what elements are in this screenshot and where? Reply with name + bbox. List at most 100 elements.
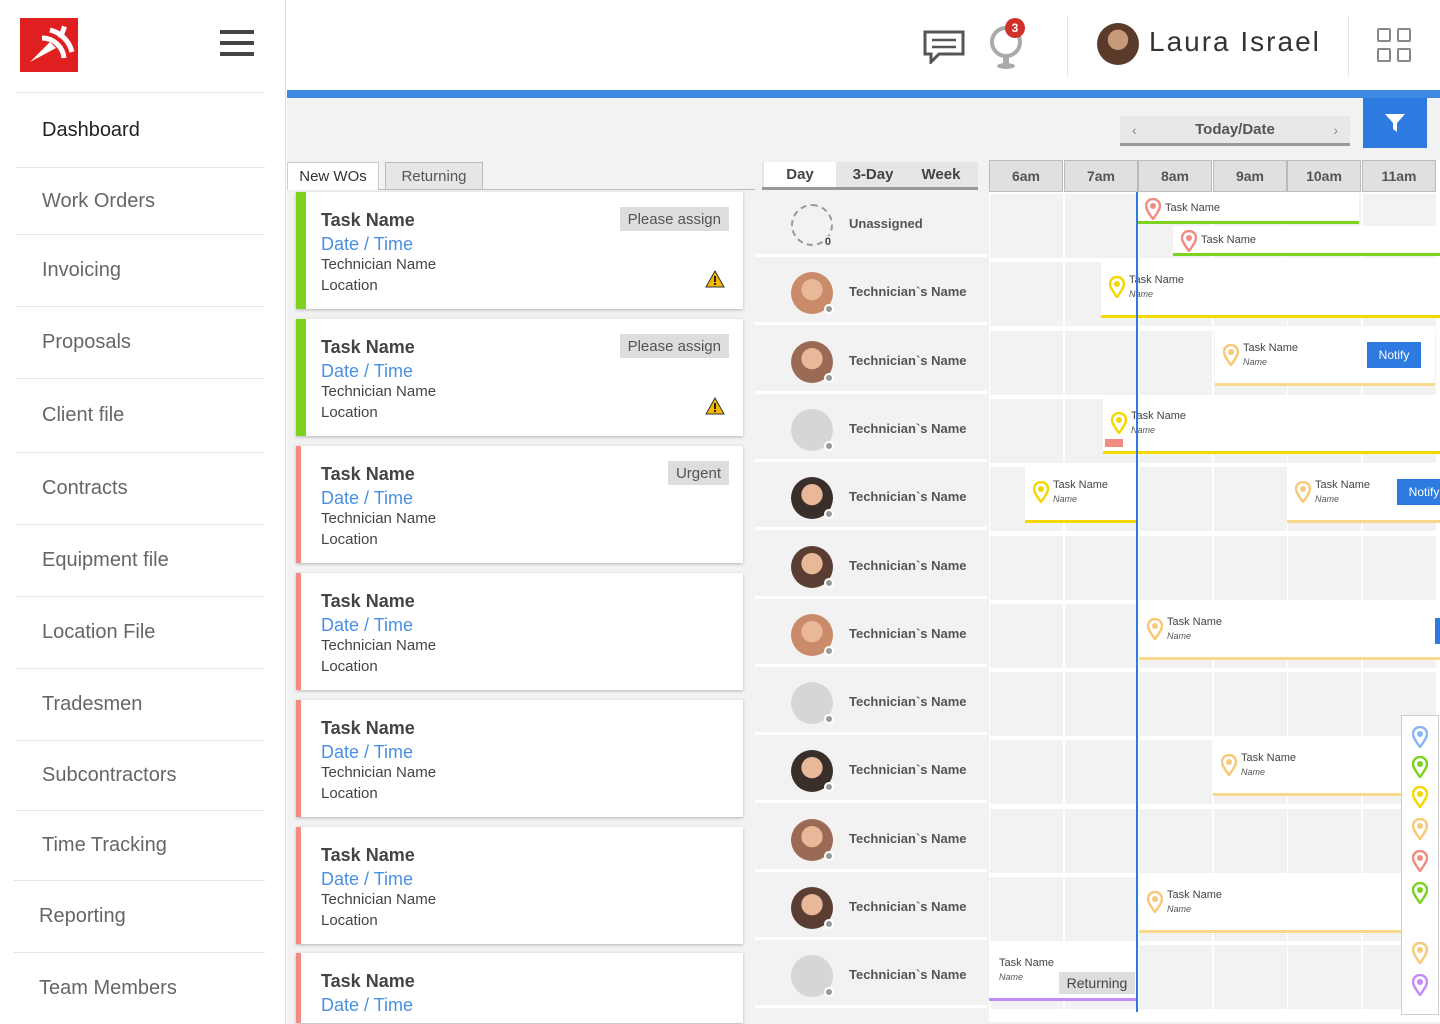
grid-cell[interactable] <box>1288 536 1361 600</box>
technician-row[interactable]: Technician`s Name <box>755 807 987 872</box>
grid-cell[interactable] <box>990 194 1063 258</box>
scheduled-task[interactable]: Task Name Name Notify <box>1287 467 1440 523</box>
please-assign-badge[interactable]: Please assign <box>619 334 729 358</box>
sidebar-item-contracts[interactable]: Contracts <box>16 452 265 524</box>
technician-row[interactable]: Technician`s Name <box>755 329 987 394</box>
grid-cell[interactable] <box>990 809 1063 873</box>
grid-cell[interactable] <box>1214 467 1287 531</box>
grid-cell[interactable] <box>990 262 1063 326</box>
sidebar-item-reporting[interactable]: Reporting <box>14 880 265 952</box>
tab-3-day[interactable]: 3-Day <box>838 162 908 187</box>
chat-icon[interactable] <box>923 30 965 64</box>
scheduled-task[interactable]: Task Name Name <box>1103 398 1440 454</box>
grid-cell[interactable] <box>1139 467 1212 531</box>
technician-row[interactable]: 0 Unassigned <box>755 192 987 257</box>
work-order-card[interactable]: Task Name Date / Time Technician Name Locat… <box>296 446 743 563</box>
user-avatar[interactable] <box>1097 23 1139 65</box>
technician-row[interactable]: Technician`s Name <box>755 738 987 803</box>
grid-cell[interactable] <box>1065 194 1138 258</box>
chevron-right-icon[interactable]: › <box>1333 122 1338 138</box>
grid-cell[interactable] <box>1065 604 1138 668</box>
work-order-card[interactable]: Task Name Date / Time Technician Name Locat… <box>296 827 743 944</box>
technician-row[interactable]: Technician`s Name <box>755 875 987 940</box>
sidebar-item-proposals[interactable]: Proposals <box>16 306 265 378</box>
grid-cell[interactable] <box>1139 672 1212 736</box>
grid-cell[interactable] <box>1214 536 1287 600</box>
grid-cell[interactable] <box>1139 740 1212 804</box>
task-date-time[interactable]: Date / Time <box>321 488 413 509</box>
work-order-card[interactable]: Task Name Date / Time Technician Name Locat… <box>296 192 743 309</box>
grid-cell[interactable] <box>1363 536 1436 600</box>
task-date-time[interactable]: Date / Time <box>321 615 413 636</box>
grid-cell[interactable] <box>1288 809 1361 873</box>
grid-cell[interactable] <box>1139 809 1212 873</box>
scheduled-task[interactable]: Task Name <box>1173 226 1440 256</box>
task-date-time[interactable]: Date / Time <box>321 361 413 382</box>
sidebar-item-time-tracking[interactable]: Time Tracking <box>16 810 265 880</box>
sidebar-item-tradesmen[interactable]: Tradesmen <box>16 668 265 740</box>
technician-row[interactable]: Technician`s Name <box>755 397 987 462</box>
apps-grid-icon[interactable] <box>1377 28 1411 62</box>
grid-cell[interactable] <box>1065 331 1138 395</box>
grid-cell[interactable] <box>1139 536 1212 600</box>
sidebar-item-equipment-file[interactable]: Equipment file <box>16 524 265 596</box>
task-date-time[interactable]: Date / Time <box>321 995 413 1016</box>
grid-cell[interactable] <box>1139 331 1212 395</box>
task-date-time[interactable]: Date / Time <box>321 742 413 763</box>
sidebar-item-team-members[interactable]: Team Members <box>14 952 265 1024</box>
scheduled-task[interactable]: Task Name <box>1137 194 1359 224</box>
task-date-time[interactable]: Date / Time <box>321 869 413 890</box>
scheduled-task[interactable]: Task Name Name Notify <box>1215 330 1435 386</box>
scheduled-task[interactable]: Task Name Name <box>1139 604 1440 660</box>
grid-cell[interactable] <box>1288 945 1361 1009</box>
work-order-card[interactable]: Task Name Date / Time <box>296 953 743 1023</box>
date-navigator[interactable]: ‹ Today/Date › <box>1120 116 1350 146</box>
grid-cell[interactable] <box>1065 877 1138 941</box>
work-order-card[interactable]: Task Name Date / Time Technician Name Locat… <box>296 573 743 690</box>
grid-cell[interactable] <box>990 604 1063 668</box>
tab-week[interactable]: Week <box>908 162 974 187</box>
tab-day[interactable]: Day <box>764 162 836 187</box>
technician-row[interactable]: Technician`s Name <box>755 534 987 599</box>
scheduled-task[interactable]: Task Name Name <box>1025 467 1137 523</box>
filter-button[interactable] <box>1363 98 1427 148</box>
sidebar-item-subcontractors[interactable]: Subcontractors <box>16 740 265 810</box>
grid-cell[interactable] <box>1288 672 1361 736</box>
technician-row[interactable]: Technician`s Name <box>755 602 987 667</box>
technician-row[interactable]: Technician`s Name <box>755 465 987 530</box>
tab-returning[interactable]: Returning <box>385 162 483 190</box>
sidebar-item-invoicing[interactable]: Invoicing <box>16 234 265 306</box>
work-order-card[interactable]: Task Name Date / Time Technician Name Locat… <box>296 319 743 436</box>
sidebar-item-work-orders[interactable]: Work Orders <box>16 167 265 234</box>
user-name[interactable]: Laura Israel <box>1149 26 1321 58</box>
sidebar-item-location-file[interactable]: Location File <box>16 596 265 668</box>
company-logo[interactable] <box>20 18 78 72</box>
scheduled-task[interactable]: Task Name Name <box>1101 262 1440 318</box>
grid-cell[interactable] <box>1065 536 1138 600</box>
grid-cell[interactable] <box>990 740 1063 804</box>
grid-cell[interactable] <box>990 672 1063 736</box>
grid-cell[interactable] <box>1214 672 1287 736</box>
tab-new-wos[interactable]: New WOs <box>287 162 379 190</box>
scheduled-task[interactable]: Task Name Name Returning <box>989 945 1136 1001</box>
scheduled-task[interactable]: Task Name Name <box>1213 740 1413 796</box>
grid-cell[interactable] <box>990 399 1063 463</box>
chevron-left-icon[interactable]: ‹ <box>1132 122 1137 138</box>
work-order-card[interactable]: Task Name Date / Time Technician Name Locat… <box>296 700 743 817</box>
task-date-time[interactable]: Date / Time <box>321 234 413 255</box>
grid-cell[interactable] <box>990 331 1063 395</box>
grid-cell[interactable] <box>1139 945 1212 1009</box>
scheduled-task[interactable]: Task Name Name <box>1139 877 1409 933</box>
grid-cell[interactable] <box>1065 740 1138 804</box>
grid-cell[interactable] <box>1065 672 1138 736</box>
technician-row[interactable]: Technician`s Name <box>755 943 987 1008</box>
grid-cell[interactable] <box>1065 809 1138 873</box>
sidebar-item-dashboard[interactable]: Dashboard <box>16 92 265 167</box>
notify-button[interactable]: Notify <box>1397 479 1440 505</box>
sidebar-item-client-file[interactable]: Client file <box>16 378 265 452</box>
grid-cell[interactable] <box>1214 945 1287 1009</box>
grid-cell[interactable] <box>1214 809 1287 873</box>
grid-cell[interactable] <box>990 536 1063 600</box>
technician-row[interactable]: Technician`s Name <box>755 670 987 735</box>
grid-cell[interactable] <box>990 877 1063 941</box>
